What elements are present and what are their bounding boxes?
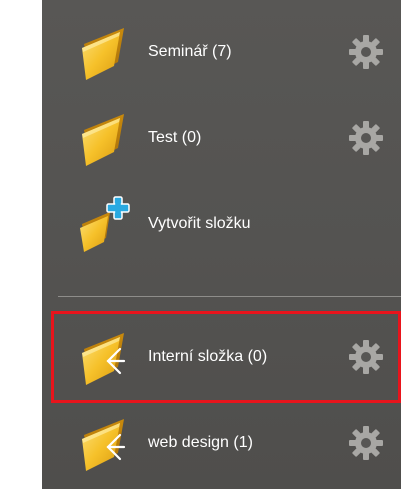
folder-plus-icon <box>74 194 134 254</box>
shared-folder-icon <box>74 327 134 387</box>
divider <box>58 296 401 297</box>
folder-item-test[interactable]: Test (0) <box>42 108 401 168</box>
folder-panel: Seminář (7) Test (0) Vytvořit složku Int… <box>42 0 401 489</box>
create-folder-button[interactable]: Vytvořit složku <box>42 194 401 254</box>
folder-icon <box>74 22 134 82</box>
gear-icon[interactable] <box>348 120 384 156</box>
folder-label: Seminář (7) <box>148 43 232 60</box>
folder-item-seminar[interactable]: Seminář (7) <box>42 22 401 82</box>
gear-icon[interactable] <box>348 339 384 375</box>
folder-icon <box>74 108 134 168</box>
folder-label: Interní složka (0) <box>148 348 268 365</box>
gear-icon[interactable] <box>348 34 384 70</box>
create-folder-label: Vytvořit složku <box>148 215 251 232</box>
shared-folder-item-interni[interactable]: Interní složka (0) <box>42 327 401 387</box>
shared-folder-item-web-design[interactable]: web design (1) <box>42 413 401 473</box>
folder-label: Test (0) <box>148 129 202 146</box>
folder-label: web design (1) <box>148 434 253 451</box>
shared-folder-icon <box>74 413 134 473</box>
gear-icon[interactable] <box>348 425 384 461</box>
